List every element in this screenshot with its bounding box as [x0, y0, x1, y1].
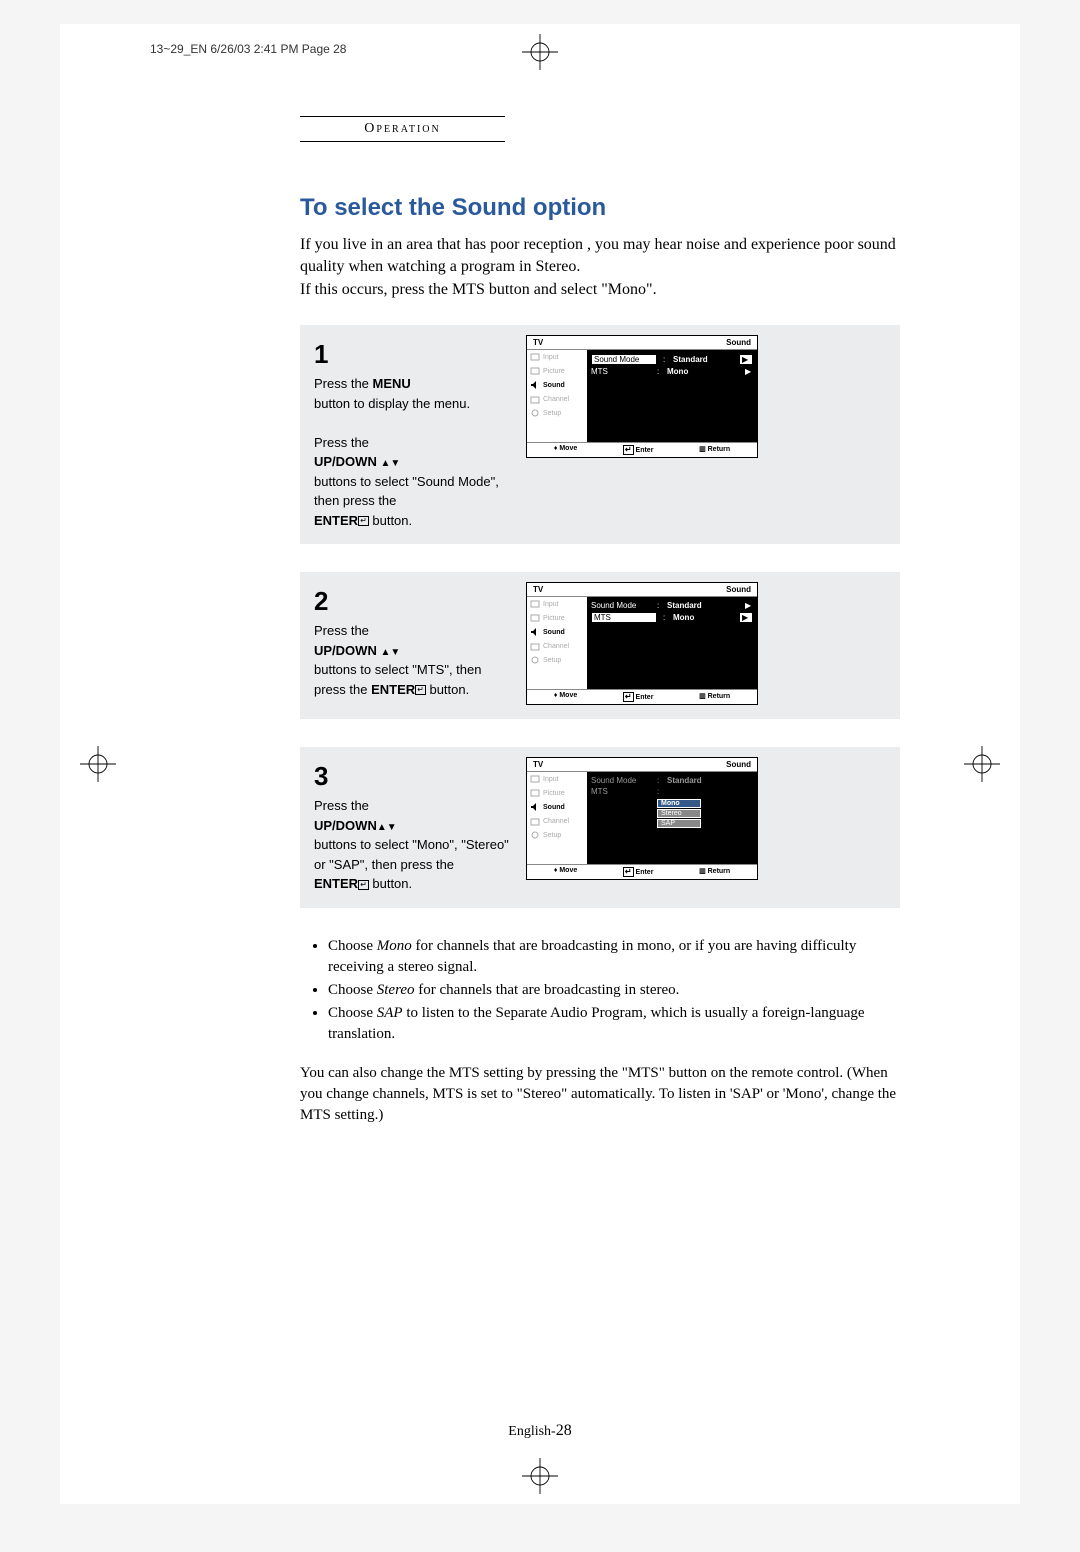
- osd-screenshot-3: TV Sound Input Picture Sound Channel Set…: [526, 757, 758, 880]
- osd-side-input: Input: [527, 597, 587, 611]
- osd-title-sound: Sound: [726, 585, 751, 594]
- osd-title-tv: TV: [533, 338, 543, 347]
- osd-footer: ♦ Move ↵ Enter ▥ Return: [527, 443, 757, 457]
- osd-title-sound: Sound: [726, 338, 751, 347]
- registration-mark-right: [964, 746, 1000, 782]
- mts-dropdown: Mono Stereo SAP: [657, 799, 753, 828]
- osd-side-picture: Picture: [527, 364, 587, 378]
- osd-side-picture: Picture: [527, 786, 587, 800]
- step-box-1: 1 Press the MENU button to display the m…: [300, 325, 900, 544]
- osd-main-panel: Sound Mode : Standard MTS : Mono Stereo …: [587, 772, 757, 864]
- bullet-mono: Choose Mono for channels that are broadc…: [328, 936, 900, 978]
- notes-paragraph: You can also change the MTS setting by p…: [300, 1063, 900, 1126]
- right-arrow-icon: ▶: [745, 601, 753, 610]
- enter-icon: ↵: [358, 516, 369, 526]
- step-number: 1: [314, 335, 514, 374]
- mts-option-mono: Mono: [657, 799, 701, 808]
- enter-icon: ↵: [623, 692, 634, 702]
- osd-title-sound: Sound: [726, 760, 751, 769]
- bullet-list: Choose Mono for channels that are broadc…: [300, 936, 900, 1045]
- osd-side-picture: Picture: [527, 611, 587, 625]
- step-number: 3: [314, 757, 514, 796]
- sound-icon: [530, 627, 540, 637]
- up-down-triangle-icon: ▲▼: [380, 458, 400, 469]
- enter-icon: ↵: [623, 867, 634, 877]
- step-box-3: 3 Press the UP/DOWN▲▼ buttons to select …: [300, 747, 900, 908]
- sound-icon: [530, 380, 540, 390]
- step-3-text: 3 Press the UP/DOWN▲▼ buttons to select …: [314, 757, 514, 894]
- osd-side-input: Input: [527, 772, 587, 786]
- osd-side-channel: Channel: [527, 392, 587, 406]
- osd-footer: ♦ Move ↵ Enter ▥ Return: [527, 865, 757, 879]
- setup-icon: [530, 408, 540, 418]
- osd-side-channel: Channel: [527, 814, 587, 828]
- osd-footer: ♦ Move ↵ Enter ▥ Return: [527, 690, 757, 704]
- osd-row-mts: MTS : Mono ▶: [591, 611, 753, 624]
- osd-sidebar: Input Picture Sound Channel Setup: [527, 597, 587, 689]
- section-heading: Operation: [300, 116, 505, 142]
- registration-mark-left: [80, 746, 116, 782]
- enter-icon: ↵: [415, 685, 426, 695]
- right-arrow-icon: ▶: [739, 612, 753, 623]
- channel-icon: [530, 394, 540, 404]
- osd-sidebar: Input Picture Sound Channel Setup: [527, 772, 587, 864]
- mts-option-stereo: Stereo: [657, 809, 701, 818]
- osd-screenshot-1: TV Sound Input Picture Sound Channel Set…: [526, 335, 758, 458]
- osd-row-mts: MTS : Mono ▶: [591, 366, 753, 377]
- osd-side-channel: Channel: [527, 639, 587, 653]
- page-number: English-28: [60, 1422, 1020, 1440]
- setup-icon: [530, 830, 540, 840]
- osd-sidebar: Input Picture Sound Channel Setup: [527, 350, 587, 442]
- osd-screenshot-2: TV Sound Input Picture Sound Channel Set…: [526, 582, 758, 705]
- up-down-triangle-icon: ▲▼: [380, 647, 400, 658]
- bullet-stereo: Choose Stereo for channels that are broa…: [328, 980, 900, 1001]
- osd-side-sound: Sound: [527, 800, 587, 814]
- osd-title-tv: TV: [533, 585, 543, 594]
- enter-icon: ↵: [623, 445, 634, 455]
- manual-page: 13~29_EN 6/26/03 2:41 PM Page 28 Operati…: [60, 24, 1020, 1504]
- right-arrow-icon: ▶: [745, 367, 753, 376]
- bullet-sap: Choose SAP to listen to the Separate Aud…: [328, 1003, 900, 1045]
- input-icon: [530, 774, 540, 784]
- sound-icon: [530, 802, 540, 812]
- up-down-triangle-icon: ▲▼: [377, 822, 397, 833]
- page-title: To select the Sound option: [300, 194, 900, 222]
- mts-option-sap: SAP: [657, 819, 701, 828]
- step-2-text: 2 Press the UP/DOWN ▲▼ buttons to select…: [314, 582, 514, 699]
- osd-side-setup: Setup: [527, 406, 587, 420]
- channel-icon: [530, 641, 540, 651]
- right-arrow-icon: ▶: [739, 354, 753, 365]
- picture-icon: [530, 613, 540, 623]
- setup-icon: [530, 655, 540, 665]
- file-header-meta: 13~29_EN 6/26/03 2:41 PM Page 28: [150, 42, 346, 56]
- registration-mark-bottom: [522, 1458, 558, 1494]
- step-1-text: 1 Press the MENU button to display the m…: [314, 335, 514, 530]
- picture-icon: [530, 788, 540, 798]
- osd-side-setup: Setup: [527, 828, 587, 842]
- osd-side-sound: Sound: [527, 378, 587, 392]
- osd-row-soundmode: Sound Mode : Standard ▶: [591, 600, 753, 611]
- content-area: To select the Sound option If you live i…: [300, 194, 900, 1126]
- channel-icon: [530, 816, 540, 826]
- intro-line-1: If you live in an area that has poor rec…: [300, 236, 896, 275]
- osd-main-panel: Sound Mode : Standard ▶ MTS : Mono ▶: [587, 597, 757, 689]
- osd-side-input: Input: [527, 350, 587, 364]
- intro-text: If you live in an area that has poor rec…: [300, 234, 900, 301]
- osd-title-tv: TV: [533, 760, 543, 769]
- step-box-2: 2 Press the UP/DOWN ▲▼ buttons to select…: [300, 572, 900, 719]
- osd-side-setup: Setup: [527, 653, 587, 667]
- osd-row-soundmode: Sound Mode : Standard ▶: [591, 353, 753, 366]
- picture-icon: [530, 366, 540, 376]
- input-icon: [530, 352, 540, 362]
- registration-mark-top: [522, 34, 558, 70]
- step-number: 2: [314, 582, 514, 621]
- osd-row-mts: MTS :: [591, 786, 753, 797]
- input-icon: [530, 599, 540, 609]
- osd-main-panel: Sound Mode : Standard ▶ MTS : Mono ▶: [587, 350, 757, 442]
- osd-side-sound: Sound: [527, 625, 587, 639]
- enter-icon: ↵: [358, 880, 369, 890]
- osd-row-soundmode: Sound Mode : Standard: [591, 775, 753, 786]
- intro-line-2: If this occurs, press the MTS button and…: [300, 281, 657, 298]
